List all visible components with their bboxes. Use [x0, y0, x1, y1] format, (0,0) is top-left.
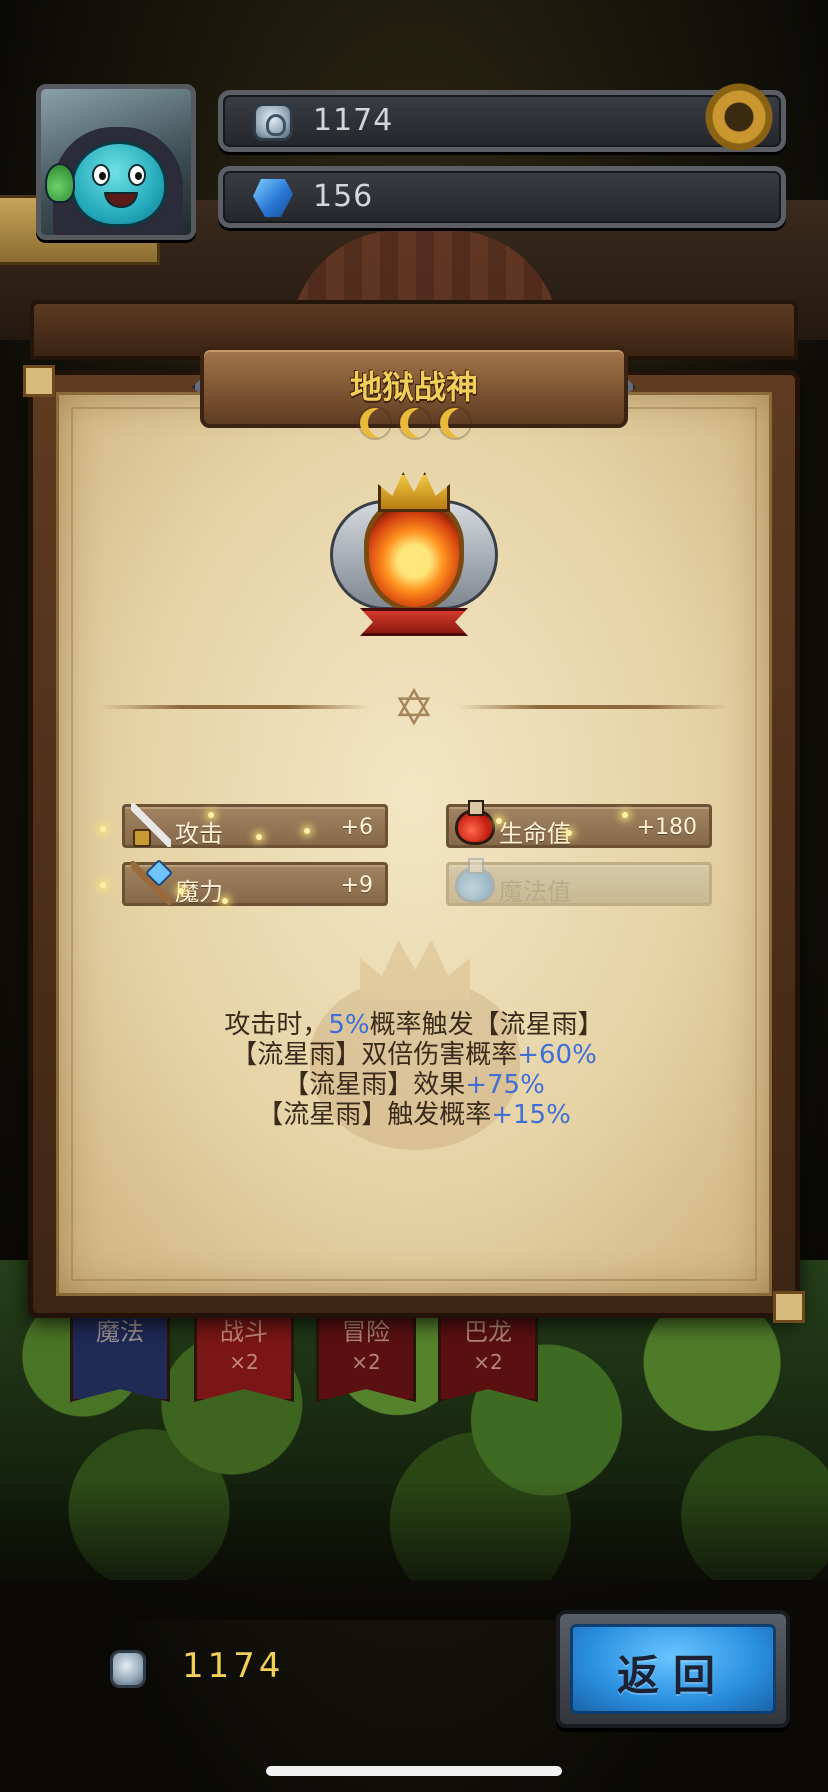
sparkle-effect — [100, 826, 106, 832]
stat-value: +6 — [340, 815, 373, 840]
hexagram-icon: ✡ — [393, 679, 435, 737]
divider-line-left — [100, 705, 370, 709]
player-avatar[interactable] — [36, 84, 196, 240]
watermark-crown — [360, 940, 470, 1000]
sparkle-effect — [222, 898, 228, 904]
sparkle-effect — [208, 812, 214, 818]
moon-icon — [400, 408, 430, 438]
avatar-face — [71, 141, 167, 227]
moon-icon — [440, 408, 470, 438]
potion-icon — [45, 163, 75, 203]
sparkle-effect — [622, 812, 628, 818]
stat-label: 魔法值 — [499, 878, 571, 906]
banner-battle: 战斗 ×2 — [194, 1310, 294, 1402]
token-count: 1174 — [313, 103, 394, 138]
avatar-mouth — [104, 192, 138, 208]
sparkle-effect — [100, 882, 106, 888]
sparkle-effect — [566, 830, 572, 836]
stat-value: +180 — [636, 815, 697, 840]
rank-moons — [360, 408, 470, 444]
game-screen: 魔法 战斗 ×2 冒险 ×2 巴龙 ×2 1174 156 地狱战神 ✡ 攻击 … — [0, 0, 828, 1792]
rune-token-icon — [110, 1650, 146, 1688]
divider-line-right — [458, 705, 728, 709]
gem-count: 156 — [313, 179, 374, 214]
back-button-label: 返回 — [616, 1651, 729, 1700]
banner-magic: 魔法 — [70, 1310, 170, 1402]
description-line: 【流星雨】触发概率+15% — [257, 1100, 571, 1130]
item-title: 地狱战神 — [349, 368, 478, 406]
magic-wand-icon — [131, 861, 171, 905]
stat-magic-power: 魔力 +9 — [122, 861, 388, 906]
banner-adventure: 冒险 ×2 — [316, 1310, 416, 1402]
home-indicator[interactable] — [266, 1766, 562, 1776]
description-line: 【流星雨】双倍伤害概率+60% — [231, 1040, 597, 1070]
description-line: 【流星雨】效果+75% — [283, 1070, 545, 1100]
footer-token-count: 1174 — [182, 1646, 285, 1686]
gear-icon[interactable] — [700, 78, 778, 156]
item-description: 攻击时，5%概率触发【流星雨】 【流星雨】双倍伤害概率+60% 【流星雨】效果+… — [100, 1010, 728, 1130]
stat-value: +9 — [340, 873, 373, 898]
back-button[interactable]: 返回 — [556, 1610, 790, 1728]
gem-resource-bar: 156 — [218, 166, 786, 228]
crest-flame-core — [364, 500, 464, 612]
stat-health: 生命值 +180 — [446, 800, 712, 848]
stat-attack: 攻击 +6 — [122, 803, 388, 848]
background-fade — [0, 1480, 828, 1620]
description-line: 攻击时，5%概率触发【流星雨】 — [224, 1010, 604, 1040]
rune-token-icon — [253, 103, 293, 141]
blue-gem-icon — [253, 179, 293, 217]
crown-icon — [378, 472, 450, 512]
sparkle-effect — [256, 834, 262, 840]
sparkle-effect — [496, 818, 502, 824]
stat-mana: 魔法值 — [446, 858, 712, 906]
crest-ribbon — [360, 608, 468, 636]
sparkle-effect — [178, 888, 184, 894]
avatar-eye — [92, 164, 110, 186]
banner-dragon: 巴龙 ×2 — [438, 1310, 538, 1402]
avatar-eye — [128, 164, 146, 186]
blue-potion-icon — [455, 858, 495, 903]
sparkle-effect — [304, 828, 310, 834]
stat-label: 生命值 — [499, 820, 571, 848]
sword-icon — [131, 803, 171, 847]
red-potion-icon — [455, 800, 495, 845]
inferno-crest-icon — [330, 460, 498, 644]
moon-icon — [360, 408, 390, 438]
stat-label: 攻击 — [175, 820, 223, 848]
